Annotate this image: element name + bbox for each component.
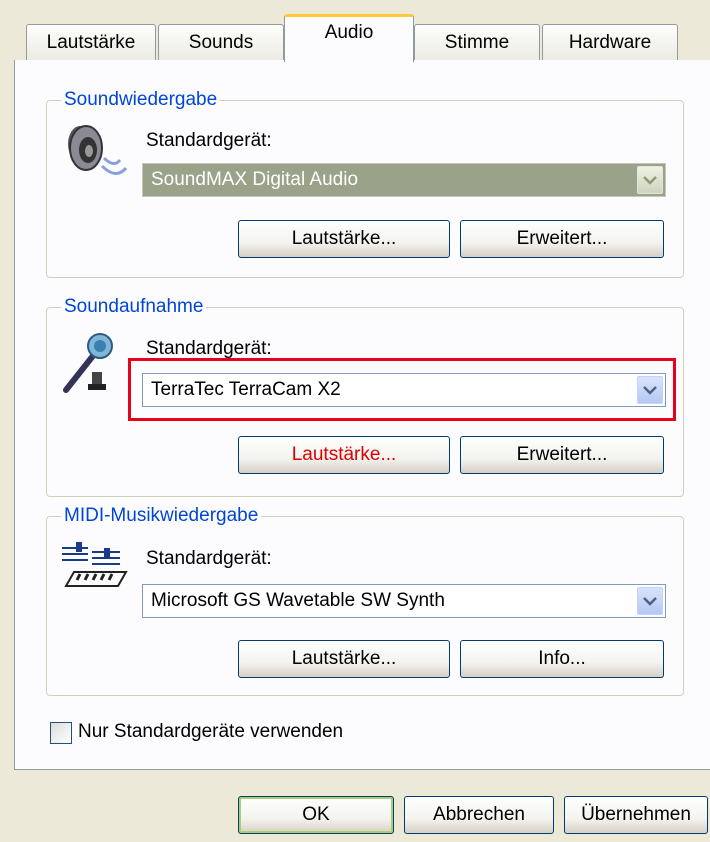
cancel-button[interactable]: Abbrechen [404,796,554,834]
tab-label: Stimme [444,31,510,53]
tab-label: Lautstärke [46,31,136,53]
midi-device-label: Standardgerät: [146,548,272,569]
recording-advanced-label: Erweitert... [516,444,608,465]
cancel-label: Abbrechen [433,804,525,825]
midi-volume-label: Lautstärke... [291,648,397,669]
tab-lautstaerke[interactable]: Lautstärke [26,24,156,60]
playback-legend: Soundwiedergabe [61,87,221,113]
recording-device-highlight [128,358,676,421]
midi-device-select[interactable]: Microsoft GS Wavetable SW Synth [142,584,666,618]
midi-device-value: Microsoft GS Wavetable SW Synth [151,590,445,611]
tab-label: Hardware [568,31,652,53]
default-only-label: Nur Standardgeräte verwenden [78,721,344,742]
recording-device-label: Standardgerät: [146,338,272,359]
tab-stimme[interactable]: Stimme [414,24,540,60]
playback-volume-button[interactable]: Lautstärke... [238,220,450,258]
midi-volume-button[interactable]: Lautstärke... [238,640,450,678]
playback-device-select[interactable]: SoundMAX Digital Audio [142,163,666,197]
recording-volume-label: Lautstärke... [291,444,397,465]
tab-label: Sounds [188,31,254,53]
chevron-down-icon[interactable] [637,587,663,615]
chevron-down-icon[interactable] [637,166,663,194]
midi-legend: MIDI-Musikwiedergabe [61,503,262,529]
apply-button[interactable]: Übernehmen [564,796,708,834]
tab-label: Audio [324,22,374,43]
speaker-icon [58,118,128,188]
apply-label: Übernehmen [581,804,691,825]
default-only-checkbox[interactable] [50,722,72,744]
midi-info-label: Info... [538,648,586,669]
recording-legend: Soundaufnahme [61,294,207,320]
recording-volume-button[interactable]: Lautstärke... [238,436,450,474]
playback-device-label: Standardgerät: [146,130,272,151]
tab-audio[interactable]: Audio [284,14,414,62]
playback-volume-label: Lautstärke... [291,228,397,249]
midi-keyboard-icon [58,540,130,600]
recording-advanced-button[interactable]: Erweitert... [460,436,664,474]
microphone-icon [58,330,128,400]
playback-advanced-button[interactable]: Erweitert... [460,220,664,258]
ok-button[interactable]: OK [238,796,394,834]
tab-hardware[interactable]: Hardware [542,24,678,60]
tab-sounds[interactable]: Sounds [158,24,284,60]
playback-advanced-label: Erweitert... [516,228,608,249]
playback-device-value: SoundMAX Digital Audio [151,169,359,190]
midi-info-button[interactable]: Info... [460,640,664,678]
ok-label: OK [302,804,330,825]
